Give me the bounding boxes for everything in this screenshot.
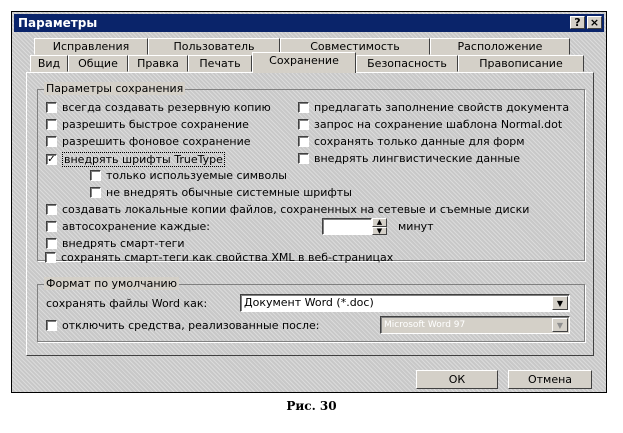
- checkbox-no-system-fonts[interactable]: [90, 187, 101, 198]
- checkbox-used-chars[interactable]: [90, 170, 101, 181]
- save-options-group: Параметры сохранения всегда создавать ре…: [37, 82, 585, 261]
- tab-general[interactable]: Общие: [68, 55, 128, 72]
- autosave-unit: минут: [398, 220, 434, 233]
- label-backup: всегда создавать резервную копию: [62, 101, 271, 114]
- label-fast-save: разрешить быстрое сохранение: [62, 118, 249, 131]
- save-as-select[interactable]: Документ Word (*.doc) ▼: [240, 294, 570, 312]
- checkbox-normal-dot[interactable]: [298, 119, 309, 130]
- default-format-title: Формат по умолчанию: [44, 277, 179, 290]
- option-embed-truetype[interactable]: ✓ внедрять шрифты TrueType: [46, 152, 225, 167]
- checkbox-smart-tags-xml[interactable]: [45, 252, 56, 263]
- autosave-minutes-input[interactable]: [322, 218, 372, 235]
- option-used-chars[interactable]: только используемые символы: [90, 169, 287, 182]
- option-smart-tags-xml[interactable]: сохранять смарт-теги как свойства XML в …: [45, 251, 393, 264]
- checkbox-form-data[interactable]: [298, 136, 309, 147]
- option-autosave[interactable]: автосохранение каждые:: [46, 220, 210, 233]
- close-icon[interactable]: ×: [587, 16, 602, 29]
- label-smart-tags-xml: сохранять смарт-теги как свойства XML в …: [61, 251, 394, 264]
- tab-save[interactable]: Сохранение: [252, 52, 356, 73]
- option-normal-dot[interactable]: запрос на сохранение шаблона Normal.dot: [298, 118, 562, 131]
- tab-location[interactable]: Расположение: [430, 38, 570, 55]
- checkbox-disable-features[interactable]: [46, 320, 57, 331]
- chevron-down-icon[interactable]: ▼: [552, 296, 568, 310]
- ok-button[interactable]: ОК: [416, 370, 498, 389]
- options-dialog: Параметры ? × Исправления Пользователь С…: [11, 11, 607, 393]
- label-prompt-properties: предлагать заполнение свойств документа: [314, 101, 570, 114]
- checkbox-fast-save[interactable]: [46, 119, 57, 130]
- option-fast-save[interactable]: разрешить быстрое сохранение: [46, 118, 249, 131]
- checkbox-autosave[interactable]: [46, 221, 57, 232]
- label-normal-dot: запрос на сохранение шаблона Normal.dot: [314, 118, 563, 131]
- disable-features-value: Microsoft Word 97: [384, 320, 466, 330]
- option-smart-tags[interactable]: внедрять смарт-теги: [46, 237, 185, 250]
- save-as-label: сохранять файлы Word как:: [46, 297, 208, 310]
- tab-view[interactable]: Вид: [30, 55, 68, 72]
- label-form-data: сохранять только данные для форм: [314, 135, 525, 148]
- label-disable-features: отключить средства, реализованные после:: [62, 319, 320, 332]
- tab-print[interactable]: Печать: [188, 55, 252, 72]
- figure-caption: Рис. 30: [286, 399, 337, 413]
- label-background-save: разрешить фоновое сохранение: [62, 135, 251, 148]
- tab-panel: Параметры сохранения всегда создавать ре…: [26, 72, 594, 356]
- spin-up-icon[interactable]: ▲: [372, 218, 387, 227]
- label-used-chars: только используемые символы: [106, 169, 287, 182]
- option-form-data[interactable]: сохранять только данные для форм: [298, 135, 525, 148]
- save-as-value: Документ Word (*.doc): [244, 296, 374, 309]
- tab-security[interactable]: Безопасность: [356, 55, 458, 72]
- label-embed-truetype: внедрять шрифты TrueType: [62, 152, 225, 167]
- option-local-copies[interactable]: создавать локальные копии файлов, сохран…: [46, 203, 529, 216]
- cancel-button[interactable]: Отмена: [508, 370, 592, 389]
- tab-corrections[interactable]: Исправления: [34, 38, 148, 55]
- label-smart-tags: внедрять смарт-теги: [62, 237, 185, 250]
- option-linguistic-data[interactable]: внедрять лингвистические данные: [298, 152, 520, 165]
- save-options-title: Параметры сохранения: [44, 82, 186, 95]
- checkbox-prompt-properties[interactable]: [298, 102, 309, 113]
- option-prompt-properties[interactable]: предлагать заполнение свойств документа: [298, 101, 569, 114]
- chevron-down-icon-disabled: ▼: [552, 318, 568, 332]
- checkbox-embed-truetype[interactable]: ✓: [46, 154, 57, 165]
- checkbox-backup[interactable]: [46, 102, 57, 113]
- label-no-system-fonts: не внедрять обычные системные шрифты: [106, 186, 352, 199]
- option-disable-features[interactable]: отключить средства, реализованные после:: [46, 319, 319, 332]
- window-title: Параметры: [18, 16, 98, 30]
- label-local-copies: создавать локальные копии файлов, сохран…: [62, 203, 530, 216]
- default-format-group: Формат по умолчанию сохранять файлы Word…: [37, 277, 585, 342]
- tab-edit[interactable]: Правка: [128, 55, 188, 72]
- disable-features-select: Microsoft Word 97 ▼: [380, 316, 570, 334]
- checkbox-background-save[interactable]: [46, 136, 57, 147]
- tab-spelling[interactable]: Правописание: [458, 55, 584, 72]
- checkbox-smart-tags[interactable]: [46, 238, 57, 249]
- help-icon[interactable]: ?: [570, 16, 585, 29]
- option-backup[interactable]: всегда создавать резервную копию: [46, 101, 271, 114]
- checkbox-linguistic-data[interactable]: [298, 153, 309, 164]
- option-no-system-fonts[interactable]: не внедрять обычные системные шрифты: [90, 186, 352, 199]
- spin-down-icon[interactable]: ▼: [372, 227, 387, 235]
- label-linguistic-data: внедрять лингвистические данные: [314, 152, 520, 165]
- checkbox-local-copies[interactable]: [46, 204, 57, 215]
- label-autosave: автосохранение каждые:: [62, 220, 210, 233]
- option-background-save[interactable]: разрешить фоновое сохранение: [46, 135, 251, 148]
- title-bar: Параметры ? ×: [14, 14, 604, 32]
